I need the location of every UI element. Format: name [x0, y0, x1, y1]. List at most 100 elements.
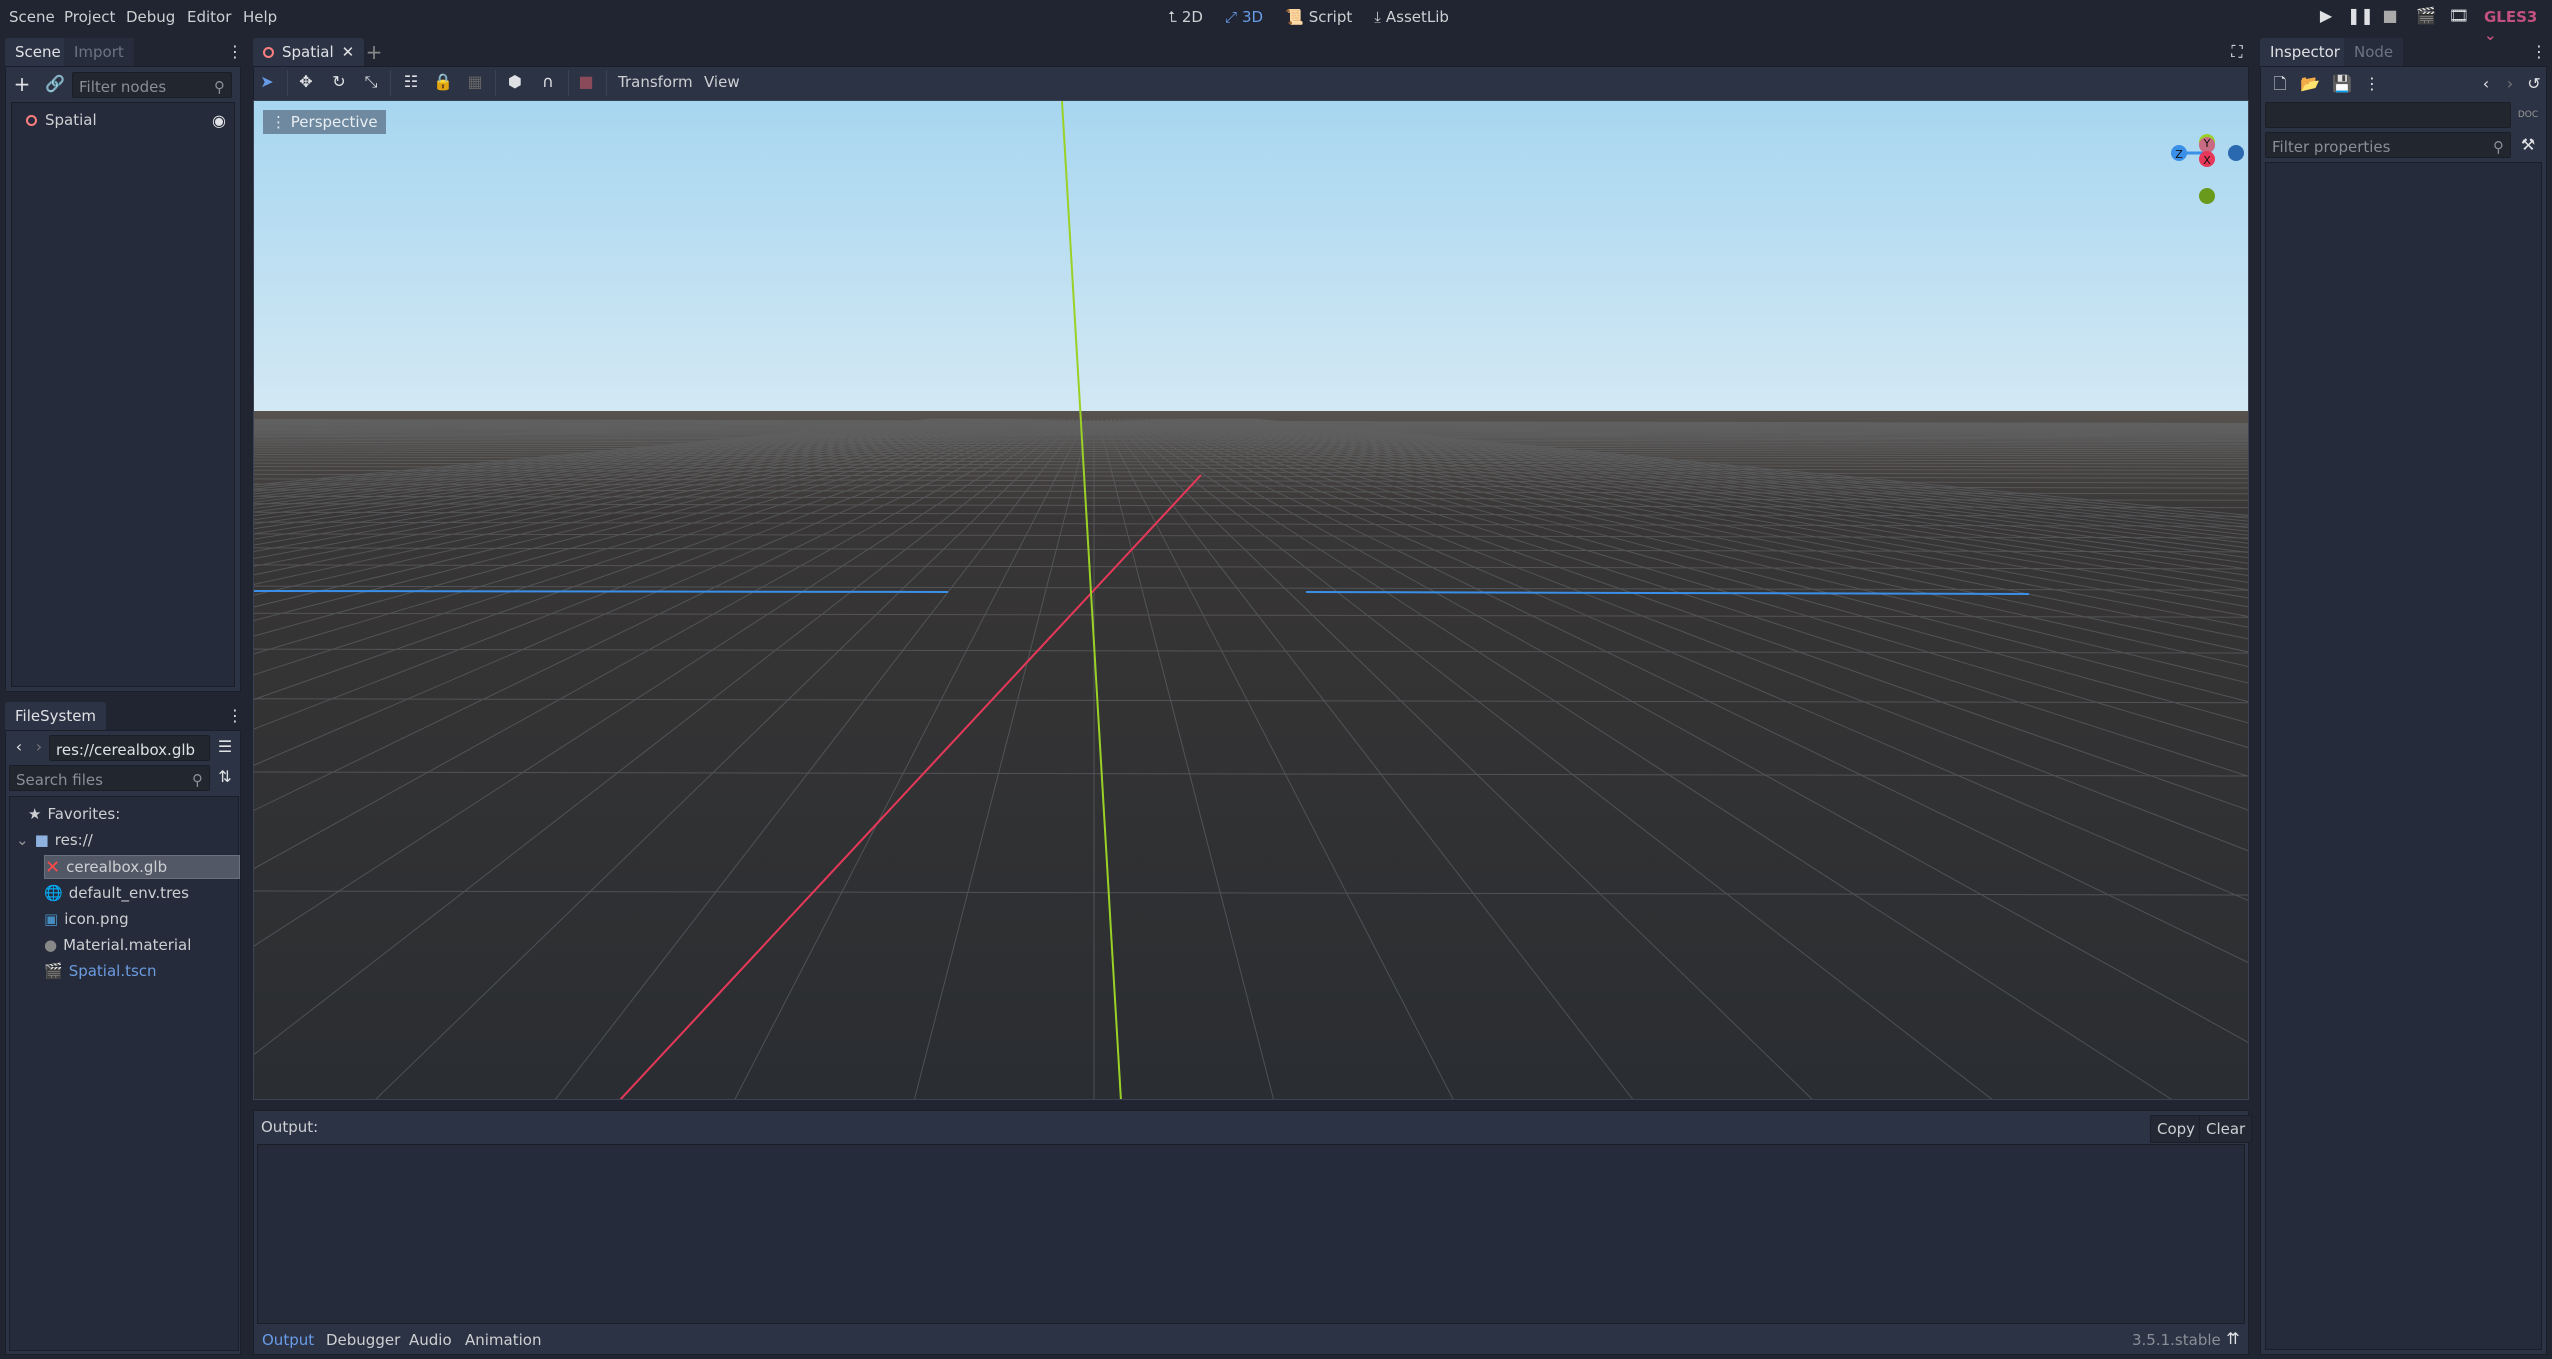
- more-icon[interactable]: ⋮: [2361, 74, 2383, 94]
- tree-item-spatial[interactable]: Spatial: [26, 111, 97, 129]
- lock-icon[interactable]: 🔒: [432, 72, 454, 92]
- new-resource-icon[interactable]: 🗋: [2269, 74, 2291, 94]
- file-spatial-tscn[interactable]: 🎬 Spatial.tscn: [44, 959, 157, 983]
- add-tab-icon[interactable]: +: [363, 42, 385, 62]
- workspace-2d[interactable]: ⮤ 2D: [1168, 8, 1203, 26]
- spatial-node-icon: [263, 46, 274, 58]
- menu-debug[interactable]: Debug: [126, 8, 175, 26]
- folder-icon: ■: [34, 831, 49, 849]
- tab-filesystem[interactable]: FileSystem: [5, 702, 107, 730]
- dock-menu-icon[interactable]: ⋮: [2528, 42, 2550, 62]
- file-cerealbox[interactable]: ✕ cerealbox.glb: [44, 855, 240, 879]
- download-icon: ⤓: [1374, 8, 1381, 26]
- dock-menu-icon[interactable]: ⋮: [224, 42, 246, 62]
- move-tool-icon[interactable]: ✥: [295, 72, 317, 92]
- fullscreen-icon[interactable]: ⛶: [2226, 42, 2248, 62]
- tools-icon[interactable]: ⚒: [2517, 135, 2539, 155]
- svg-text:Y: Y: [2203, 137, 2211, 150]
- object-path-field[interactable]: [2265, 102, 2511, 128]
- tab-node[interactable]: Node: [2344, 38, 2404, 66]
- menu-editor[interactable]: Editor: [187, 8, 231, 26]
- select-tool-icon[interactable]: ➤: [256, 72, 278, 92]
- bottom-tab-debugger[interactable]: Debugger: [326, 1331, 400, 1349]
- rotate-tool-icon[interactable]: ↻: [328, 72, 350, 92]
- split-view-icon[interactable]: ☰: [214, 737, 236, 757]
- doc-search-icon[interactable]: DOC: [2517, 105, 2539, 125]
- save-icon[interactable]: 💾: [2331, 74, 2353, 94]
- output-panel: Output: Copy Clear Output Debugger Audio…: [253, 1110, 2253, 1355]
- stop-icon[interactable]: ■: [2379, 6, 2401, 26]
- workspace-script[interactable]: 📜 Script: [1285, 8, 1352, 26]
- 3d-viewport[interactable]: Y X Z ⋮ Perspective: [253, 100, 2249, 1100]
- bottom-tab-output[interactable]: Output: [262, 1331, 314, 1349]
- group-icon[interactable]: ▦: [464, 72, 486, 92]
- forward-icon[interactable]: ›: [28, 737, 50, 757]
- file-default-env[interactable]: 🌐 default_env.tres: [44, 881, 189, 905]
- workspace-assetlib[interactable]: ⤓ AssetLib: [1374, 8, 1449, 26]
- history-icon[interactable]: ↺: [2523, 74, 2545, 94]
- close-icon[interactable]: ✕: [342, 43, 355, 61]
- view-menu[interactable]: View: [704, 73, 740, 91]
- search-icon: ⚲: [2493, 138, 2504, 156]
- spatial-node-icon: [26, 114, 37, 126]
- menu-scene[interactable]: Scene: [9, 8, 55, 26]
- menu-project[interactable]: Project: [64, 8, 115, 26]
- add-node-icon[interactable]: +: [11, 74, 33, 94]
- bottom-tab-animation[interactable]: Animation: [465, 1331, 541, 1349]
- error-x-icon: ✕: [45, 856, 61, 878]
- scale-tool-icon[interactable]: ⤡: [360, 72, 382, 92]
- open-folder-icon[interactable]: 📂: [2299, 74, 2321, 94]
- bottom-tab-audio[interactable]: Audio: [409, 1331, 452, 1349]
- history-forward-icon[interactable]: ›: [2499, 74, 2521, 94]
- version-label: 3.5.1.stable: [2132, 1331, 2221, 1349]
- snap-icon[interactable]: ∩: [537, 72, 559, 92]
- filter-properties-input[interactable]: Filter properties ⚲: [2265, 132, 2511, 158]
- local-space-icon[interactable]: ⬢: [504, 72, 526, 92]
- star-icon: ★: [28, 805, 42, 823]
- tab-scene[interactable]: Scene: [5, 38, 71, 66]
- svg-text:X: X: [2203, 154, 2211, 167]
- copy-button[interactable]: Copy: [2150, 1115, 2203, 1143]
- tab-inspector[interactable]: Inspector: [2260, 38, 2350, 66]
- play-icon[interactable]: ▶: [2315, 6, 2337, 26]
- list-select-icon[interactable]: ☷: [400, 72, 422, 92]
- globe-icon: 🌐: [44, 884, 63, 902]
- visibility-eye-icon[interactable]: ◉: [208, 111, 230, 131]
- play-scene-icon[interactable]: 🎬: [2415, 6, 2437, 26]
- tab-import[interactable]: Import: [64, 38, 134, 66]
- renderer-select[interactable]: GLES3 ⌄: [2484, 8, 2552, 44]
- dock-menu-icon[interactable]: ⋮: [224, 706, 246, 726]
- workspace-3d[interactable]: ⤢ 3D: [1225, 8, 1263, 26]
- res-folder[interactable]: ⌄ ■ res://: [16, 831, 93, 849]
- search-icon: ⚲: [214, 78, 225, 96]
- expand-panel-icon[interactable]: ⇈: [2222, 1329, 2244, 1349]
- output-log[interactable]: [257, 1144, 2245, 1324]
- search-icon: ⚲: [192, 771, 203, 789]
- 2d-icon: ⮤: [1168, 8, 1177, 26]
- link-icon[interactable]: 🔗: [44, 74, 66, 94]
- output-label: Output:: [261, 1118, 319, 1136]
- material-sphere-icon: ●: [44, 936, 58, 954]
- perspective-menu[interactable]: ⋮ Perspective: [263, 110, 386, 134]
- 3d-icon: ⤢: [1224, 8, 1237, 26]
- search-files-input[interactable]: Search files ⚲: [9, 765, 210, 791]
- file-material[interactable]: ● Material.material: [44, 933, 191, 957]
- favorites[interactable]: ★ Favorites:: [28, 805, 120, 823]
- pause-icon[interactable]: ❚❚: [2347, 6, 2374, 26]
- sky: [254, 101, 2248, 411]
- back-icon[interactable]: ‹: [8, 737, 30, 757]
- path-field[interactable]: res://cerealbox.glb: [49, 735, 210, 761]
- menu-help[interactable]: Help: [243, 8, 277, 26]
- sort-icon[interactable]: ⇅: [214, 767, 236, 787]
- clear-button[interactable]: Clear: [2199, 1115, 2253, 1143]
- scene-tree: Spatial ◉: [11, 102, 235, 687]
- script-icon: 📜: [1285, 8, 1304, 26]
- transform-menu[interactable]: Transform: [618, 73, 693, 91]
- play-custom-scene-icon[interactable]: 🎞: [2448, 6, 2470, 26]
- filter-nodes-input[interactable]: Filter nodes ⚲: [72, 72, 232, 98]
- camera-icon[interactable]: ■: [575, 72, 597, 92]
- scene-clapper-icon: 🎬: [44, 962, 63, 980]
- history-back-icon[interactable]: ‹: [2475, 74, 2497, 94]
- file-icon-png[interactable]: ▣ icon.png: [44, 907, 129, 931]
- tab-spatial[interactable]: Spatial ✕: [253, 38, 365, 66]
